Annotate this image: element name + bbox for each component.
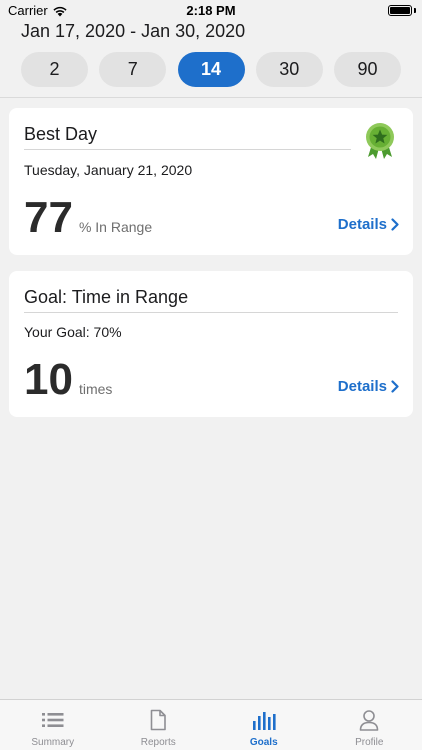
tab-summary[interactable]: Summary — [0, 700, 106, 750]
list-icon — [41, 713, 64, 727]
tab-bar: Summary Reports Goals Profile — [0, 699, 422, 750]
range-option-14[interactable]: 14 — [177, 52, 245, 87]
tab-summary-label: Summary — [31, 737, 75, 748]
bar-chart-icon — [252, 712, 276, 730]
chevron-right-icon — [391, 380, 399, 393]
range-option-90[interactable]: 90 — [334, 52, 401, 87]
header-divider — [0, 97, 422, 98]
range-option-7[interactable]: 7 — [99, 52, 167, 87]
status-bar: Carrier 2:18 PM — [0, 0, 422, 22]
date-range-title: Jan 17, 2020 - Jan 30, 2020 — [21, 21, 246, 41]
goal-metric: 10 times — [24, 358, 112, 402]
goal-target-text: Your Goal: 70% — [24, 324, 122, 340]
chevron-right-icon — [391, 218, 399, 231]
tab-reports-label: Reports — [140, 737, 176, 748]
goal-unit: times — [78, 381, 113, 397]
best-day-title: Best Day — [24, 124, 98, 144]
best-day-divider — [24, 149, 351, 150]
best-day-value: 77 — [24, 193, 73, 242]
range-option-30[interactable]: 30 — [255, 52, 323, 87]
battery-icon — [388, 5, 412, 16]
goal-title: Goal: Time in Range — [24, 287, 189, 307]
battery-tip — [414, 8, 416, 13]
tab-reports[interactable]: Reports — [106, 700, 212, 750]
document-icon — [150, 709, 167, 731]
best-day-unit: % In Range — [78, 219, 153, 235]
goal-details-label: Details — [337, 378, 387, 395]
best-day-details-label: Details — [337, 216, 387, 233]
tab-profile-label: Profile — [355, 737, 384, 748]
tab-profile[interactable]: Profile — [317, 700, 422, 750]
clock: 2:18 PM — [186, 3, 236, 18]
best-day-date: Tuesday, January 21, 2020 — [24, 162, 193, 178]
range-picker: 2 7 14 30 90 — [21, 52, 401, 87]
best-day-card: Best Day Tuesday, January 21, 2020 77 % … — [9, 108, 413, 255]
goal-card: Goal: Time in Range Your Goal: 70% 10 ti… — [9, 271, 413, 417]
best-day-details-link[interactable]: Details — [338, 216, 399, 233]
goal-value: 10 — [24, 355, 73, 404]
person-icon — [359, 710, 379, 731]
best-day-metric: 77 % In Range — [24, 196, 152, 240]
goal-divider — [24, 312, 398, 313]
goal-details-link[interactable]: Details — [338, 378, 399, 395]
range-option-2[interactable]: 2 — [21, 52, 88, 87]
award-ribbon-icon — [366, 123, 394, 159]
tab-goals-label: Goals — [249, 737, 278, 748]
tab-goals[interactable]: Goals — [211, 700, 317, 750]
